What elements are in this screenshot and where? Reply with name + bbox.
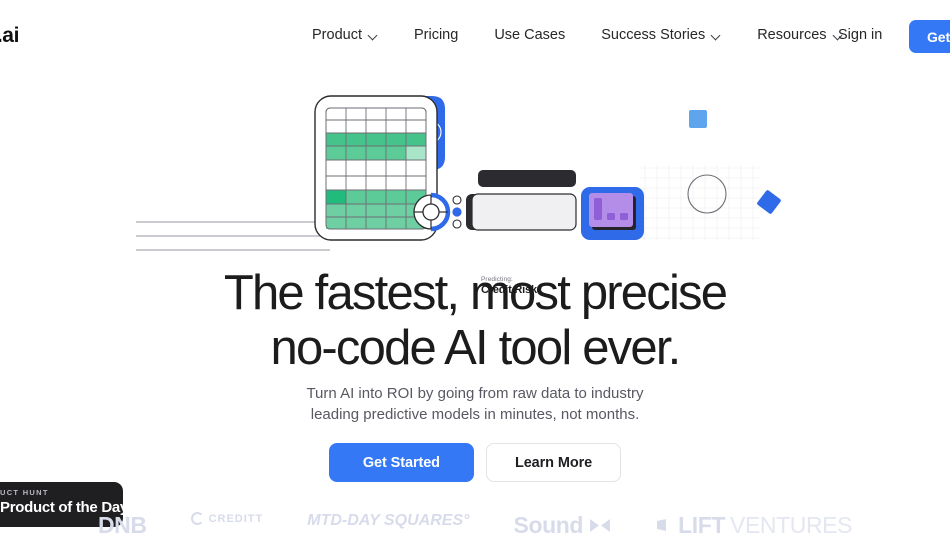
subheadline-line-2: leading predictive models in minutes, no… (310, 406, 640, 423)
partner-logo-creditt: CREDITT (190, 512, 264, 525)
partner-logo-sound: Sound (514, 512, 613, 534)
navbar: usly.ai Product Pricing Use Cases Succes… (0, 0, 950, 70)
chevron-down-icon (369, 31, 378, 40)
subheadline-line-1: Turn AI into ROI by going from raw data … (306, 385, 644, 402)
page-headline: The fastest, most precise no-code AI too… (0, 266, 950, 376)
dark-bar-icon (478, 170, 576, 187)
learn-more-button[interactable]: Learn More (485, 443, 622, 482)
partner-name: MTD-DAY SQUARES° (307, 512, 470, 529)
cta-row: Get Started Learn More (0, 443, 950, 482)
site-logo[interactable]: usly.ai (0, 24, 19, 48)
sign-in-link[interactable]: Sign in (838, 27, 882, 43)
nav-item-label: Success Stories (601, 27, 706, 43)
pipe-lines-icon (136, 221, 330, 330)
nav-item-product[interactable]: Product (312, 27, 378, 43)
blue-screen-device-icon (581, 187, 644, 240)
headline-line-2: no-code AI tool ever. (270, 321, 682, 375)
partner-logo-mtd-day-squares: MTD-DAY SQUARES° (307, 512, 469, 530)
sky-square-shape-icon (689, 110, 707, 128)
get-started-button[interactable]: Get Started (328, 443, 474, 482)
nav-item-label: Pricing (413, 27, 459, 43)
prediction-card-icon (466, 193, 577, 231)
radio-dots-icon (452, 195, 462, 229)
nav-get-started-button[interactable]: Get St (909, 20, 950, 53)
nav-item-resources[interactable]: Resources (757, 27, 842, 43)
circle-shape-icon (687, 174, 727, 214)
partner-logo-lift-ventures: LIFT VENTURES (656, 512, 852, 534)
hero-illustration: Predicting: Credit Risk (0, 80, 950, 330)
nav-item-label: Use Cases (494, 27, 566, 43)
partner-logo-dnb: DNB (98, 512, 147, 534)
blue-diamond-shape-icon (757, 190, 781, 214)
partner-name: LIFT (678, 512, 726, 534)
chevron-down-icon (712, 31, 721, 40)
partner-name-suffix: VENTURES (730, 512, 853, 534)
nav-item-pricing[interactable]: Pricing (414, 27, 458, 43)
product-hunt-kicker: UCT HUNT (0, 488, 49, 497)
partner-name: CREDITT (208, 512, 264, 525)
partner-name: Sound (513, 512, 584, 534)
page-subheadline: Turn AI into ROI by going from raw data … (0, 383, 950, 425)
headline-line-1: The fastest, most precise (223, 266, 728, 320)
creditt-swirl-icon (190, 512, 204, 525)
partner-name: DNB (97, 512, 147, 534)
nav-links: Product Pricing Use Cases Success Storie… (312, 27, 843, 43)
nav-item-success-stories[interactable]: Success Stories (601, 27, 721, 43)
sound-bowtie-icon (590, 519, 611, 532)
partner-logo-strip: DNB CREDITT MTD-DAY SQUARES° Sound LIFT … (0, 512, 950, 534)
nav-item-label: Product (312, 27, 362, 43)
nav-item-label: Resources (757, 27, 827, 43)
nav-item-use-cases[interactable]: Use Cases (494, 27, 565, 43)
dial-gauge-icon (413, 192, 451, 232)
lift-mark-icon (657, 519, 667, 531)
